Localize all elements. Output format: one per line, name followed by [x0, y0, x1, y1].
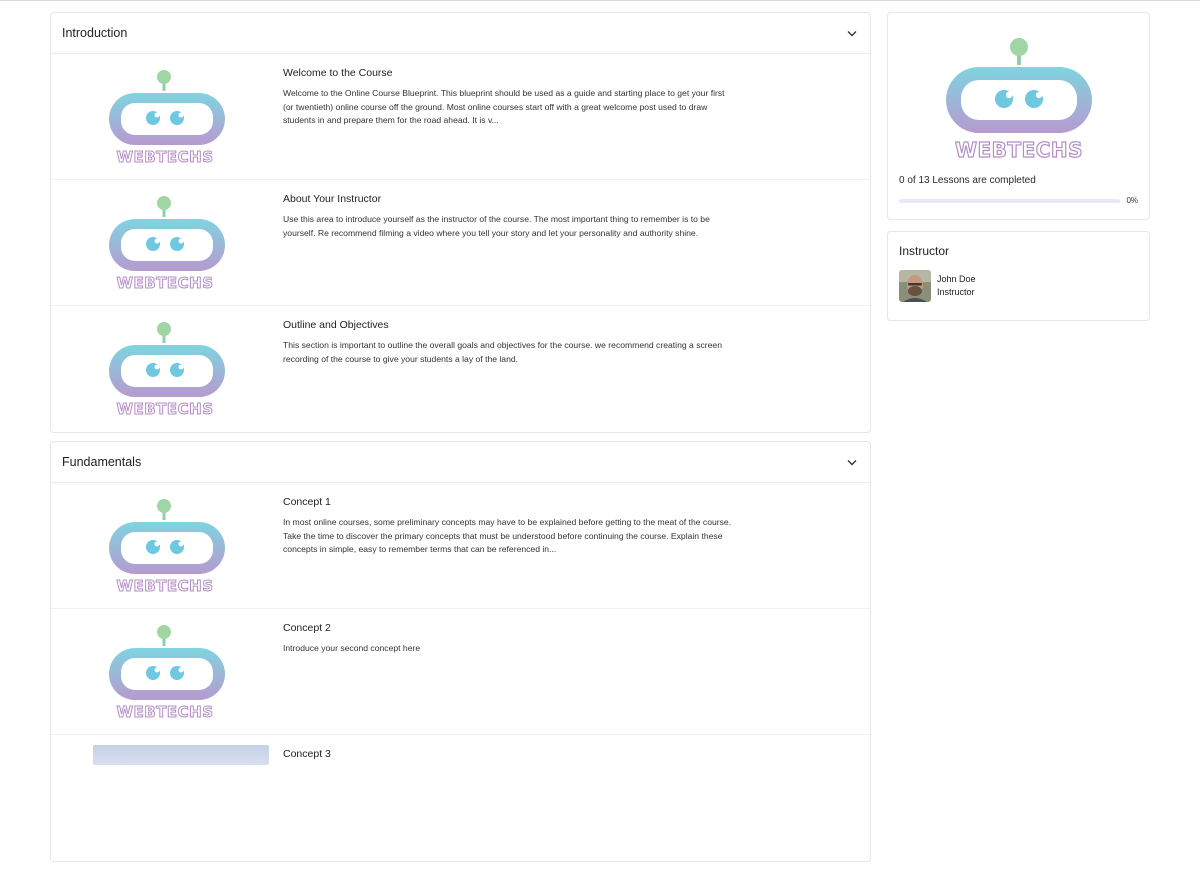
lesson-title[interactable]: Outline and Objectives	[283, 319, 733, 331]
lesson-item[interactable]: WEBTECHS Welcome to the Course Welcome t…	[51, 54, 870, 180]
instructor-heading: Instructor	[899, 244, 950, 258]
instructor-profile[interactable]: John Doe Instructor	[899, 270, 1138, 302]
svg-text:WEBTECHS: WEBTECHS	[116, 703, 213, 720]
lesson-thumbnail[interactable]: WEBTECHS	[51, 483, 283, 608]
lesson-thumbnail[interactable]: WEBTECHS	[51, 54, 283, 179]
robot-logo-icon: WEBTECHS	[109, 322, 225, 417]
top-divider	[0, 0, 1200, 1]
robot-logo-icon: WEBTECHS	[109, 498, 225, 594]
lesson-thumbnail[interactable]: WEBTECHS	[51, 609, 283, 734]
chevron-down-icon[interactable]	[846, 27, 858, 39]
svg-text:WEBTECHS: WEBTECHS	[116, 577, 213, 594]
svg-text:WEBTECHS: WEBTECHS	[116, 148, 213, 165]
lesson-body: Outline and Objectives This section is i…	[283, 306, 733, 432]
section-title: Fundamentals	[62, 455, 142, 469]
lesson-title[interactable]: Welcome to the Course	[283, 67, 733, 79]
lesson-body: About Your Instructor Use this area to i…	[283, 180, 733, 305]
lesson-description: Use this area to introduce yourself as t…	[283, 214, 710, 238]
progress-text: 0 of 13 Lessons are completed	[899, 175, 1036, 186]
lesson-body: Concept 1 In most online courses, some p…	[283, 483, 733, 608]
robot-logo-icon: WEBTECHS	[109, 195, 225, 291]
lesson-title[interactable]: About Your Instructor	[283, 193, 733, 205]
section-fundamentals: Fundamentals WEBTECHS Concept 1 In most …	[50, 441, 871, 862]
lesson-body: Concept 2 Introduce your second concept …	[283, 609, 733, 734]
robot-logo-icon: WEBTECHS	[109, 69, 225, 165]
lesson-thumbnail[interactable]: WEBTECHS	[51, 180, 283, 305]
svg-text:WEBTECHS: WEBTECHS	[954, 138, 1082, 161]
lesson-description: Introduce your second concept here	[283, 643, 421, 653]
section-title: Introduction	[62, 26, 128, 40]
progress-bar: 0%	[899, 196, 1138, 205]
robot-logo-icon: WEBTECHS	[945, 38, 1092, 161]
chevron-down-icon[interactable]	[846, 456, 858, 468]
lesson-item[interactable]: WEBTECHS Outline and Objectives This sec…	[51, 306, 870, 432]
instructor-card: Instructor John Doe Instructor	[887, 231, 1150, 321]
section-header-fundamentals[interactable]: Fundamentals	[51, 442, 870, 483]
svg-text:WEBTECHS: WEBTECHS	[116, 274, 213, 291]
progress-percent: 0%	[1126, 196, 1138, 205]
progress-card: WEBTECHS 0 of 13 Lessons are completed 0…	[887, 12, 1150, 220]
lesson-description: In most online courses, some preliminary…	[283, 517, 732, 554]
lesson-item[interactable]: WEBTECHS About Your Instructor Use this …	[51, 180, 870, 306]
robot-logo-icon: WEBTECHS	[109, 624, 225, 720]
lesson-body: Concept 3	[283, 735, 733, 861]
section-introduction: Introduction WEBTECHS Welcome to the Cou…	[50, 12, 871, 433]
course-content: Introduction WEBTECHS Welcome to the Cou…	[50, 12, 871, 870]
course-sidebar: WEBTECHS 0 of 13 Lessons are completed 0…	[887, 12, 1150, 321]
instructor-role: Instructor	[937, 287, 975, 297]
svg-text:WEBTECHS: WEBTECHS	[116, 400, 213, 417]
progress-track	[899, 198, 1121, 203]
lesson-description: Welcome to the Online Course Blueprint. …	[283, 88, 725, 125]
course-logo: WEBTECHS	[899, 24, 1138, 174]
lesson-title[interactable]: Concept 1	[283, 496, 733, 508]
lesson-thumbnail[interactable]	[93, 745, 269, 765]
lesson-description: This section is important to outline the…	[283, 340, 722, 364]
lesson-thumbnail[interactable]: WEBTECHS	[51, 306, 283, 432]
lesson-item[interactable]: Concept 3	[51, 735, 870, 861]
lesson-body: Welcome to the Course Welcome to the Onl…	[283, 54, 733, 179]
lesson-title[interactable]: Concept 2	[283, 622, 733, 634]
instructor-info: John Doe Instructor	[937, 273, 976, 299]
lesson-item[interactable]: WEBTECHS Concept 2 Introduce your second…	[51, 609, 870, 735]
section-header-introduction[interactable]: Introduction	[51, 13, 870, 54]
avatar[interactable]	[899, 270, 931, 302]
lesson-item[interactable]: WEBTECHS Concept 1 In most online course…	[51, 483, 870, 609]
instructor-name[interactable]: John Doe	[937, 273, 976, 286]
